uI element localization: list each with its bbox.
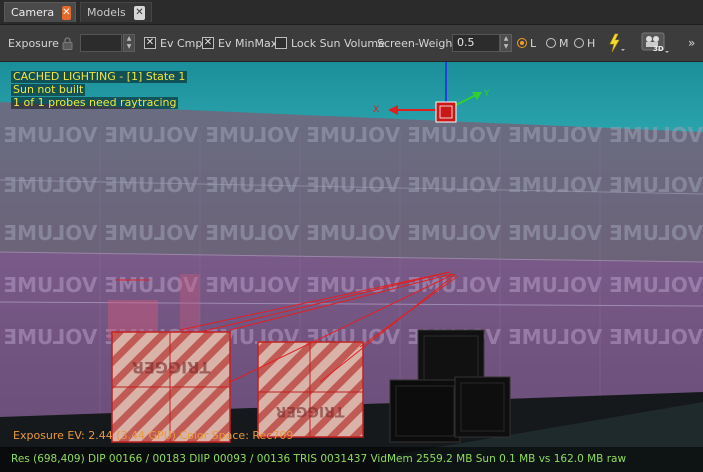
quality-radio-medium[interactable]: M — [546, 25, 569, 61]
volume-text-row-1: VOLUME VOLUME VOLUME VOLUME VOLUME VOLUM… — [0, 123, 703, 147]
ev-cmp-checkbox[interactable]: ✕ Ev Cmp — [144, 25, 202, 61]
exposure-stepper[interactable]: ▲ ▼ — [123, 34, 135, 52]
quality-medium-label: M — [559, 36, 569, 50]
checkbox-checked-icon: ✕ — [144, 37, 156, 49]
ev-minmax-checkbox[interactable]: ✕ Ev MinMax — [202, 25, 277, 61]
radio-icon — [546, 38, 556, 48]
radio-selected-icon — [517, 38, 527, 48]
trigger-label: TRIGGER — [275, 403, 344, 419]
sun-status-line: Sun not built — [11, 83, 86, 96]
tab-label: Models — [87, 6, 126, 19]
axis-x-label: X — [373, 105, 379, 115]
lock-sun-volume-checkbox[interactable]: Lock Sun Volume — [275, 25, 385, 61]
quality-low-label: L — [530, 36, 537, 50]
probe-status-line: 1 of 1 probes need raytracing — [11, 96, 179, 109]
render-stats-bar: Res (698,409) DIP 00166 / 00183 DIIP 000… — [0, 447, 703, 472]
view-mode-label: 3D — [653, 45, 664, 53]
axis-y-label: Y — [483, 89, 490, 99]
checkbox-checked-icon: ✕ — [202, 37, 214, 49]
3d-viewport[interactable]: VOLUME VOLUME VOLUME VOLUME VOLUME VOLUM… — [0, 62, 703, 472]
close-icon[interactable]: ✕ — [133, 5, 145, 20]
exposure-info: Exposure EV: 2.44 (3.44 GPU) Color Space… — [13, 429, 294, 442]
screen-weight-input[interactable]: 0.5 — [452, 34, 500, 52]
tab-camera[interactable]: Camera ✕ — [4, 2, 76, 22]
ev-cmp-label: Ev Cmp — [160, 36, 203, 50]
tab-bar: Camera ✕ Models ✕ — [0, 0, 703, 25]
camera-3d-icon[interactable]: 3D — [641, 25, 669, 61]
lock-icon[interactable] — [62, 25, 73, 61]
radio-icon — [574, 38, 584, 48]
render-stats: Res (698,409) DIP 00166 / 00183 DIIP 000… — [11, 453, 627, 465]
volume-text-row-2: VOLUME VOLUME VOLUME VOLUME VOLUME VOLUM… — [0, 173, 703, 197]
close-icon[interactable]: ✕ — [62, 5, 71, 20]
lighting-status-line: CACHED LIGHTING - [1] State 1 — [11, 70, 188, 83]
quality-radio-high[interactable]: H — [574, 25, 595, 61]
checkbox-unchecked-icon — [275, 37, 287, 49]
lightning-icon[interactable] — [606, 25, 626, 61]
trigger-box-left: TRIGGER — [111, 331, 231, 443]
screen-weight-stepper[interactable]: ▲ ▼ — [500, 34, 512, 52]
viewport-toolbar: Exposure ▲ ▼ ✕ Ev Cmp ✕ Ev MinMax Lock Su… — [0, 25, 703, 62]
exposure-input[interactable] — [80, 34, 122, 52]
trigger-box-right: TRIGGER — [257, 341, 364, 438]
lock-sun-volume-label: Lock Sun Volume — [291, 36, 385, 50]
exposure-label: Exposure — [8, 36, 59, 50]
toolbar-overflow-icon[interactable]: » — [688, 25, 695, 61]
ev-minmax-label: Ev MinMax — [218, 36, 278, 50]
volume-text-row-3: VOLUME VOLUME VOLUME VOLUME VOLUME VOLUM… — [0, 221, 703, 245]
tab-label: Camera — [11, 6, 55, 19]
screen-weight-label: Screen-Weight — [377, 36, 457, 50]
tab-models[interactable]: Models ✕ — [80, 2, 152, 22]
quality-high-label: H — [587, 36, 596, 50]
quality-radio-low[interactable]: L — [517, 25, 536, 61]
trigger-label: TRIGGER — [132, 358, 211, 377]
scene-render: VOLUME VOLUME VOLUME VOLUME VOLUME VOLUM… — [0, 62, 703, 472]
